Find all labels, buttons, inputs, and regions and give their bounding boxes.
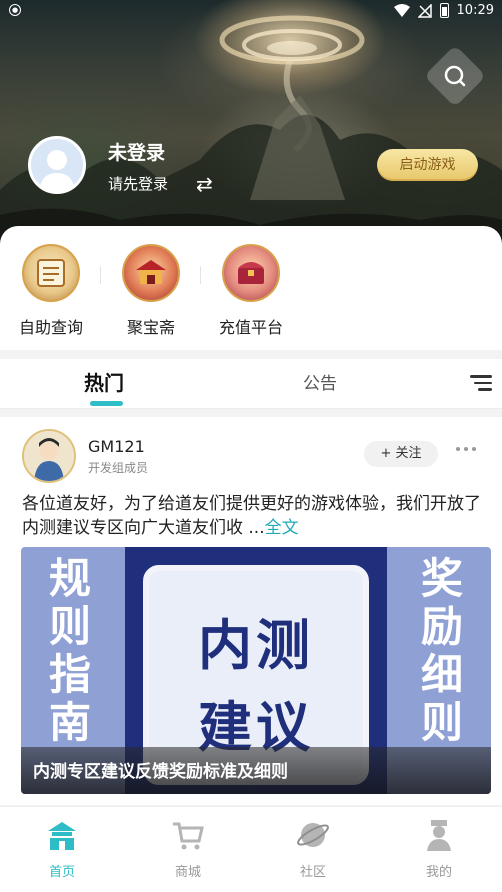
divider (100, 266, 101, 284)
no-signal-icon (417, 3, 432, 18)
status-time: 10:29 (456, 3, 494, 18)
user-avatar[interactable] (28, 136, 86, 194)
tab-announcement[interactable]: 公告 (303, 369, 337, 394)
shortcut-label: 聚宝斋 (126, 318, 175, 337)
nav-profile[interactable]: 我的 (399, 817, 479, 880)
planet-icon (297, 823, 329, 847)
login-prompt[interactable]: 请先登录 (108, 173, 168, 194)
default-avatar-icon (39, 150, 75, 191)
hero-artwork (0, 15, 502, 250)
nav-label: 首页 (48, 865, 75, 880)
active-tab-indicator (90, 401, 123, 406)
nav-label: 社区 (299, 865, 326, 880)
scroll-icon (22, 244, 80, 302)
treasure-pavilion-icon (122, 244, 180, 302)
bottom-navigation: 首页 商城 社区 我的 (0, 806, 502, 892)
treasure-chest-icon (222, 244, 280, 302)
scholar-avatar-icon (427, 820, 451, 851)
shortcut-panel: 自助查询 聚宝斋 充值平台 (0, 226, 502, 350)
banner-left-text: 规则指南 (48, 554, 91, 747)
start-game-button[interactable]: 启动游戏 (377, 149, 478, 181)
shortcut-recharge[interactable]: 充值平台 (211, 244, 291, 338)
author-name[interactable]: GM121 (88, 437, 145, 456)
shortcut-label: 自助查询 (18, 318, 83, 337)
home-pavilion-icon (48, 822, 76, 850)
author-role: 开发组成员 (88, 461, 149, 475)
follow-button[interactable]: + 关注 (364, 441, 438, 467)
nav-home[interactable]: 首页 (22, 817, 102, 880)
post-body[interactable]: 各位道友好，为了给道友们提供更好的游戏体验，我们开放了内测建议专区向广大道友们收… (22, 492, 486, 540)
shortcut-label: 充值平台 (218, 318, 283, 337)
search-button[interactable] (423, 44, 487, 108)
hero-banner (0, 0, 502, 250)
more-options-icon[interactable] (456, 447, 476, 451)
banner-caption: 内测专区建议反馈奖励标准及细则 (33, 762, 288, 782)
nav-label: 我的 (425, 865, 452, 880)
nav-label: 商城 (174, 865, 201, 880)
divider (200, 266, 201, 284)
read-more-link[interactable]: 全文 (265, 518, 299, 538)
nav-mall[interactable]: 商城 (148, 817, 228, 880)
menu-icon[interactable] (470, 375, 492, 393)
battery-icon (439, 3, 449, 18)
banner-right-text: 奖励细则 (420, 554, 463, 747)
shopping-cart-icon (173, 822, 204, 850)
shortcut-self-query[interactable]: 自助查询 (11, 244, 91, 338)
nav-community[interactable]: 社区 (273, 817, 353, 880)
banner-title-line1: 内测 (198, 613, 314, 677)
post-text: 各位道友好，为了给道友们提供更好的游戏体验，我们开放了内测建议专区向广大道友们收… (22, 494, 481, 538)
post-card[interactable]: GM121 开发组成员 + 关注 各位道友好，为了给道友们提供更好的游戏体验，我… (0, 417, 502, 805)
swap-icon[interactable]: ⇄ (196, 172, 213, 196)
tab-hot[interactable]: 热门 (84, 367, 124, 396)
feed-tabs: 热门 公告 (0, 359, 502, 409)
post-banner-image[interactable]: 规则指南 内测 建议 奖励细则 内测专区建议反馈奖励标准及细则 (21, 547, 491, 794)
shortcut-treasure-pavilion[interactable]: 聚宝斋 (111, 244, 191, 338)
status-icons: 10:29 (393, 3, 494, 18)
login-status-title[interactable]: 未登录 (108, 138, 165, 165)
character-portrait-icon (24, 431, 74, 481)
author-avatar[interactable] (22, 429, 76, 483)
search-icon (444, 65, 466, 87)
wifi-icon (393, 4, 410, 17)
status-bar: ● 10:29 (0, 0, 502, 22)
app-notification-icon: ● (9, 4, 21, 16)
